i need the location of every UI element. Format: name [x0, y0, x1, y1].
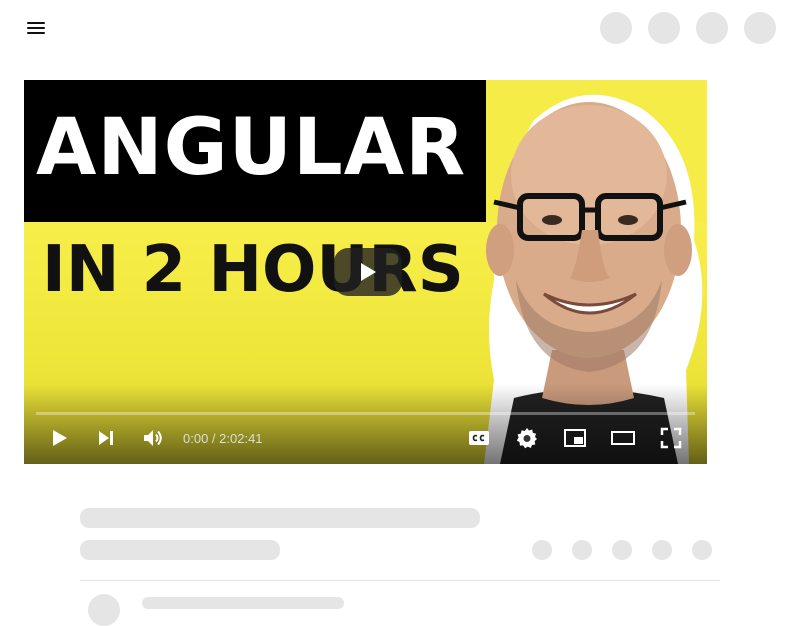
title-skeleton: [80, 508, 480, 528]
settings-button[interactable]: [515, 426, 539, 450]
time-display: 0:00 / 2:02:41: [183, 430, 263, 448]
progress-bar[interactable]: [36, 412, 695, 415]
topbar-placeholder-3[interactable]: [696, 12, 728, 44]
video-player[interactable]: ANGULAR IN 2 HOURS 0:00 / 2:02:41: [24, 80, 707, 464]
time-separator: /: [208, 431, 220, 446]
captions-icon: [469, 431, 489, 445]
fullscreen-icon: [660, 427, 682, 449]
fullscreen-button[interactable]: [659, 426, 683, 450]
topbar-placeholder-2[interactable]: [648, 12, 680, 44]
topbar-placeholder-1[interactable]: [600, 12, 632, 44]
action-placeholder-5[interactable]: [692, 540, 712, 560]
volume-icon: [144, 430, 162, 446]
thumbnail-title-line1: ANGULAR: [36, 103, 467, 193]
theater-mode-icon: [611, 431, 635, 445]
topbar-placeholder-4[interactable]: [744, 12, 776, 44]
metadata-skeleton: [80, 540, 280, 560]
large-play-button[interactable]: [334, 248, 402, 296]
play-icon: [361, 263, 376, 281]
next-button[interactable]: [94, 426, 118, 450]
miniplayer-button[interactable]: [563, 426, 587, 450]
duration: 2:02:41: [219, 431, 263, 446]
divider: [80, 580, 720, 581]
action-placeholder-1[interactable]: [532, 540, 552, 560]
play-icon: [53, 430, 67, 446]
miniplayer-icon: [564, 429, 586, 447]
next-icon: [99, 431, 113, 445]
play-button[interactable]: [47, 426, 71, 450]
mute-button[interactable]: [141, 426, 165, 450]
action-placeholder-4[interactable]: [652, 540, 672, 560]
channel-avatar-skeleton[interactable]: [88, 594, 120, 626]
theater-mode-button[interactable]: [611, 426, 635, 450]
thumbnail-title-line2: IN 2 HOURS: [42, 233, 464, 307]
current-time: 0:00: [183, 431, 209, 446]
action-placeholder-2[interactable]: [572, 540, 592, 560]
channel-name-skeleton: [142, 597, 344, 609]
captions-button[interactable]: [467, 426, 491, 450]
action-placeholder-3[interactable]: [612, 540, 632, 560]
controls-gradient: [24, 384, 707, 464]
settings-icon: [516, 428, 537, 449]
menu-icon[interactable]: [24, 16, 48, 40]
